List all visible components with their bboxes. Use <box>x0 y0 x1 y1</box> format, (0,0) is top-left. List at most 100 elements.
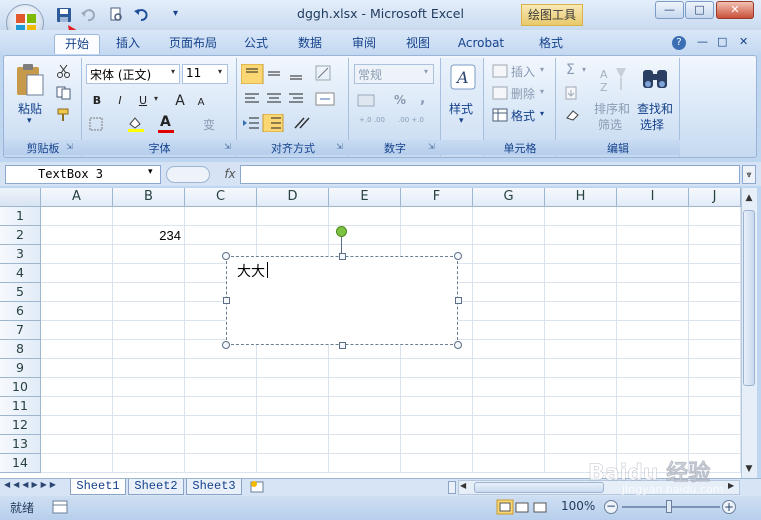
select-all-corner[interactable] <box>0 188 41 207</box>
cell[interactable] <box>41 283 113 302</box>
restore-button[interactable]: □ <box>685 1 714 19</box>
decrease-decimal-button[interactable]: .00 +.0 <box>394 116 428 124</box>
increase-decimal-button[interactable]: +.0 .00 <box>355 116 389 124</box>
row-header-1[interactable]: 1 <box>0 207 41 226</box>
cell[interactable] <box>617 397 689 416</box>
delete-cells-button[interactable]: 删除 <box>511 85 535 102</box>
cell[interactable] <box>689 302 741 321</box>
percent-style-button[interactable]: % <box>394 93 406 107</box>
styles-icon[interactable]: A <box>450 64 476 90</box>
cell[interactable] <box>545 302 617 321</box>
font-launcher-icon[interactable]: ⇲ <box>224 142 231 151</box>
cell[interactable] <box>689 378 741 397</box>
cell[interactable] <box>617 283 689 302</box>
cell[interactable] <box>113 302 185 321</box>
cell[interactable] <box>41 321 113 340</box>
column-header-C[interactable]: C <box>185 188 257 207</box>
insert-cells-button[interactable]: 插入 <box>511 63 535 80</box>
cell[interactable] <box>113 397 185 416</box>
cell[interactable] <box>545 359 617 378</box>
row-header-10[interactable]: 10 <box>0 378 41 397</box>
column-header-J[interactable]: J <box>689 188 741 207</box>
cell[interactable] <box>617 321 689 340</box>
tab-split-handle[interactable] <box>448 481 456 494</box>
paste-icon[interactable] <box>14 62 46 98</box>
fill-color-icon[interactable] <box>126 116 148 132</box>
cell[interactable] <box>257 454 329 473</box>
format-dropdown-icon[interactable]: ▾ <box>540 109 544 118</box>
cell[interactable] <box>473 207 545 226</box>
underline-button[interactable]: U <box>134 92 152 110</box>
cell[interactable] <box>41 226 113 245</box>
cell[interactable] <box>689 359 741 378</box>
cell[interactable] <box>689 264 741 283</box>
sheet-tab-sheet2[interactable]: Sheet2 <box>128 479 184 495</box>
cell[interactable] <box>185 435 257 454</box>
cell[interactable] <box>113 359 185 378</box>
underline-dropdown-icon[interactable]: ▾ <box>154 94 158 103</box>
cell[interactable] <box>473 340 545 359</box>
formula-expand-icon[interactable]: ⩔ <box>742 165 756 184</box>
resize-handle-left[interactable] <box>223 297 230 304</box>
fill-icon[interactable] <box>564 86 582 100</box>
cell[interactable] <box>329 207 401 226</box>
number-format-select[interactable]: 常规 <box>354 64 434 84</box>
accounting-format-icon[interactable] <box>356 92 382 110</box>
font-name-select[interactable]: 宋体 (正文) <box>86 64 180 84</box>
row-header-3[interactable]: 3 <box>0 245 41 264</box>
cell[interactable] <box>617 226 689 245</box>
row-header-2[interactable]: 2 <box>0 226 41 245</box>
cell[interactable] <box>617 435 689 454</box>
cell[interactable] <box>257 207 329 226</box>
row-header-12[interactable]: 12 <box>0 416 41 435</box>
cell[interactable] <box>113 264 185 283</box>
cell[interactable] <box>113 378 185 397</box>
find-select-icon[interactable] <box>640 64 670 94</box>
resize-handle-right[interactable] <box>455 297 462 304</box>
insert-dropdown-icon[interactable]: ▾ <box>540 65 544 74</box>
cell[interactable] <box>545 378 617 397</box>
cell[interactable] <box>113 454 185 473</box>
cell[interactable] <box>545 435 617 454</box>
resize-handle-bottom[interactable] <box>339 342 346 349</box>
format-painter-icon[interactable] <box>56 108 72 122</box>
cell[interactable] <box>473 454 545 473</box>
column-header-G[interactable]: G <box>473 188 545 207</box>
scroll-down-arrow-icon[interactable]: ▼ <box>742 462 756 477</box>
alignment-launcher-icon[interactable]: ⇲ <box>336 142 343 151</box>
row-header-8[interactable]: 8 <box>0 340 41 359</box>
format-cells-button[interactable]: 格式 <box>511 107 535 124</box>
cell[interactable] <box>41 435 113 454</box>
cell[interactable] <box>545 226 617 245</box>
shrink-font-button[interactable]: A <box>192 94 210 112</box>
cell[interactable] <box>329 397 401 416</box>
zoom-in-icon[interactable]: + <box>722 500 736 514</box>
sheet-nav-arrows-icon[interactable]: ◀◀◀▶▶▶ <box>4 480 64 489</box>
cell[interactable] <box>41 302 113 321</box>
formula-expander[interactable] <box>166 166 210 183</box>
grow-font-button[interactable]: A <box>170 92 190 110</box>
cell[interactable] <box>689 283 741 302</box>
paste-dropdown-icon[interactable]: ▾ <box>27 116 32 126</box>
cell[interactable] <box>689 416 741 435</box>
styles-button-label[interactable]: 样式 <box>449 100 473 117</box>
cell[interactable] <box>41 416 113 435</box>
cell[interactable] <box>473 245 545 264</box>
cell[interactable] <box>545 340 617 359</box>
insert-function-button[interactable]: fx <box>220 165 240 184</box>
cell[interactable] <box>689 397 741 416</box>
font-name-dropdown-icon[interactable]: ▾ <box>171 67 175 76</box>
formula-input[interactable] <box>240 165 740 184</box>
cell[interactable] <box>689 207 741 226</box>
find-select-label-2[interactable]: 选择 <box>640 116 664 133</box>
cell[interactable] <box>329 435 401 454</box>
clipboard-launcher-icon[interactable]: ⇲ <box>66 142 73 151</box>
resize-handle-bottom-right[interactable] <box>454 341 462 349</box>
row-header-9[interactable]: 9 <box>0 359 41 378</box>
cell[interactable] <box>329 359 401 378</box>
ribbon-close-button[interactable]: ✕ <box>739 35 748 48</box>
cell[interactable] <box>473 397 545 416</box>
cell[interactable] <box>689 321 741 340</box>
ribbon-restore-button[interactable]: □ <box>717 35 727 48</box>
cell[interactable] <box>257 435 329 454</box>
